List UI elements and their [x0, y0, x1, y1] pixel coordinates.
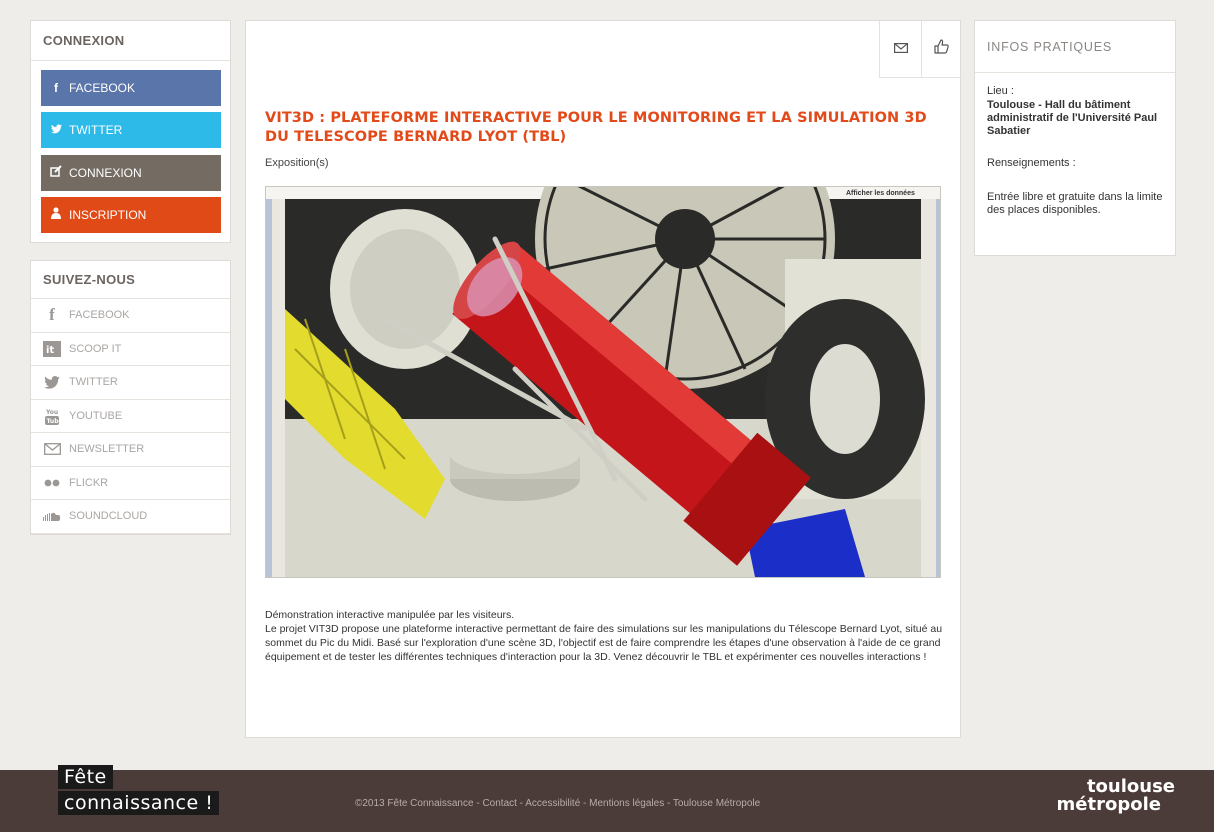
facebook-login-button[interactable]: f FACEBOOK [41, 70, 221, 106]
toulouse-metropole-logo[interactable]: toulouse métropole [1025, 778, 1175, 814]
article-description: Démonstration interactive manipulée par … [265, 608, 950, 664]
follow-item-youtube[interactable]: You Tube YOUTUBE [31, 400, 230, 433]
connexion-label: CONNEXION [69, 166, 142, 180]
follow-item-twitter[interactable]: TWITTER [31, 366, 230, 400]
logo-line-1: Fête [58, 765, 113, 789]
inscription-label: INSCRIPTION [69, 208, 147, 222]
svg-text:it: it [46, 345, 54, 356]
follow-item-label: SOUNDCLOUD [69, 510, 148, 523]
follow-item-label: SCOOP IT [69, 342, 122, 355]
infos-panel: INFOS PRATIQUES Lieu : Toulouse - Hall d… [974, 20, 1176, 256]
lieu-label: Lieu : [987, 85, 1014, 97]
follow-item-label: NEWSLETTER [69, 443, 145, 456]
twitter-login-label: TWITTER [69, 123, 123, 137]
lieu-value: Toulouse - Hall du bâtiment administrati… [987, 99, 1158, 137]
svg-text:Tube: Tube [47, 418, 60, 425]
description-line-1: Démonstration interactive manipulée par … [265, 609, 515, 621]
follow-item-facebook[interactable]: f FACEBOOK [31, 299, 230, 333]
follow-item-label: TWITTER [69, 376, 118, 389]
article-category: Exposition(s) [265, 157, 329, 169]
article-title: VIT3D : PLATEFORME INTERACTIVE POUR LE M… [265, 110, 927, 145]
envelope-icon [893, 40, 908, 58]
renseignements-label: Renseignements : [987, 157, 1076, 169]
article-panel: VIT3D : PLATEFORME INTERACTIVE POUR LE M… [245, 20, 961, 738]
fete-connaissance-logo[interactable]: Fête connaissance ! [58, 765, 220, 815]
partner-line-2: métropole [1056, 794, 1161, 815]
follow-item-label: YOUTUBE [69, 409, 123, 422]
facebook-icon: f [54, 81, 58, 95]
twitter-login-button[interactable]: TWITTER [41, 112, 221, 148]
article-image: Afficher les données [265, 186, 941, 578]
thumbs-up-icon [934, 39, 949, 59]
connexion-button[interactable]: CONNEXION [41, 155, 221, 191]
image-toolbar-label: Afficher les données [846, 190, 915, 197]
follow-item-newsletter[interactable]: NEWSLETTER [31, 433, 230, 467]
follow-item-flickr[interactable]: FLICKR [31, 467, 230, 500]
follow-item-scoopit[interactable]: it SCOOP IT [31, 333, 230, 366]
follow-item-label: FLICKR [69, 476, 109, 489]
scoopit-icon: it [43, 340, 61, 358]
envelope-icon [43, 440, 61, 458]
connexion-panel: CONNEXION f FACEBOOK TWITTER CONNEXION I… [30, 20, 231, 243]
share-email-button[interactable] [879, 21, 921, 78]
description-line-2: Le projet VIT3D propose une plateforme i… [265, 623, 943, 663]
soundcloud-icon [43, 507, 61, 525]
follow-item-soundcloud[interactable]: SOUNDCLOUD [31, 500, 230, 534]
telescope-3d-scene: Afficher les données [266, 187, 940, 577]
edit-icon [50, 155, 62, 191]
infos-title: INFOS PRATIQUES [975, 21, 1175, 73]
youtube-icon: You Tube [43, 407, 61, 425]
facebook-icon: f [49, 305, 55, 325]
like-button[interactable] [921, 21, 961, 78]
flickr-icon [43, 474, 61, 492]
renseignements-value: Entrée libre et gratuite dans la limite … [987, 191, 1163, 216]
footer-links[interactable]: ©2013 Fête Connaissance - Contact - Acce… [355, 798, 760, 809]
user-icon [50, 197, 62, 233]
twitter-icon [43, 373, 61, 391]
facebook-login-label: FACEBOOK [69, 81, 136, 95]
inscription-button[interactable]: INSCRIPTION [41, 197, 221, 233]
follow-title: SUIVEZ-NOUS [31, 261, 230, 299]
twitter-icon [50, 112, 62, 148]
connexion-title: CONNEXION [31, 21, 230, 61]
follow-panel: SUIVEZ-NOUS f FACEBOOK it SCOOP IT TWITT… [30, 260, 231, 535]
svg-text:You: You [45, 409, 58, 416]
follow-item-label: FACEBOOK [69, 309, 130, 322]
logo-line-2: connaissance ! [58, 791, 220, 815]
